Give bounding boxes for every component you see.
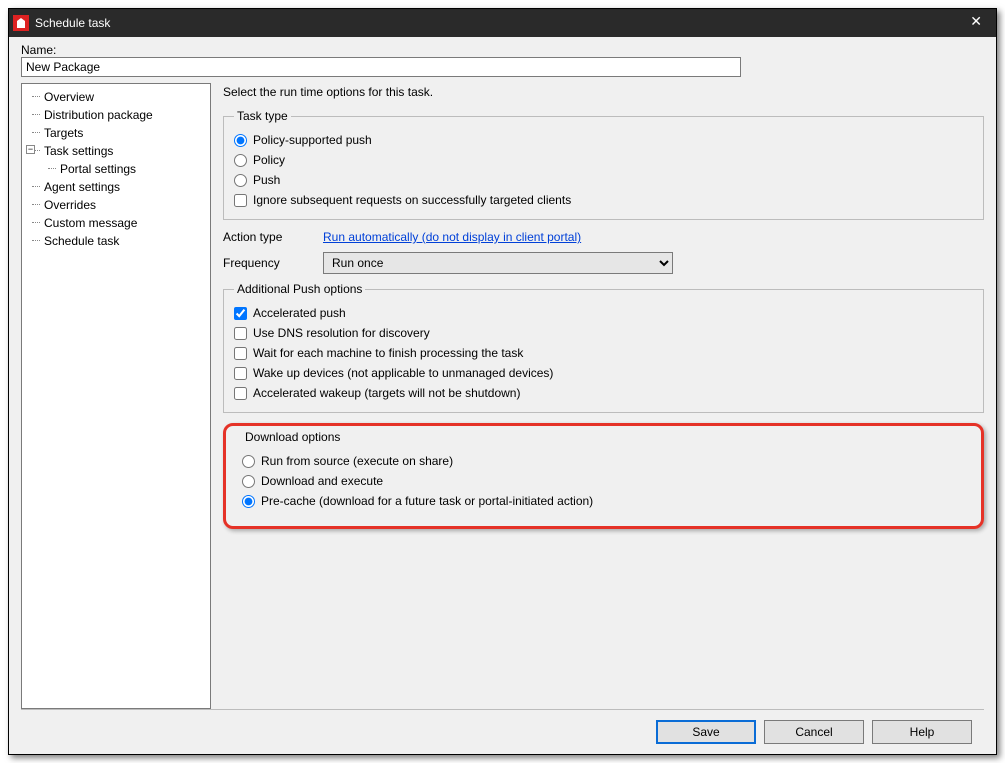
checkbox-input[interactable]	[234, 194, 247, 207]
frequency-select[interactable]: Run once	[323, 252, 673, 274]
radio-label: Push	[253, 171, 280, 189]
schedule-task-window: Schedule task ✕ Name: Overview Distribut…	[8, 8, 997, 755]
radio-run-from-source[interactable]: Run from source (execute on share)	[242, 452, 965, 470]
save-button[interactable]: Save	[656, 720, 756, 744]
task-type-group: Task type Policy-supported push Policy P…	[223, 109, 984, 220]
radio-input[interactable]	[234, 174, 247, 187]
tree-item-agent-settings[interactable]: Agent settings	[24, 178, 208, 196]
radio-label: Run from source (execute on share)	[261, 452, 453, 470]
checkbox-label: Accelerated wakeup (targets will not be …	[253, 384, 520, 402]
tree-item-portal-settings[interactable]: Portal settings	[24, 160, 208, 178]
action-type-label: Action type	[223, 230, 323, 244]
radio-push[interactable]: Push	[234, 171, 973, 189]
download-options-group: Download options Run from source (execut…	[232, 430, 975, 520]
body-row: Overview Distribution package Targets − …	[21, 83, 984, 709]
checkbox-accelerated-push[interactable]: Accelerated push	[234, 304, 973, 322]
radio-input[interactable]	[234, 154, 247, 167]
task-type-legend: Task type	[234, 109, 291, 123]
name-input[interactable]	[21, 57, 741, 77]
radio-pre-cache[interactable]: Pre-cache (download for a future task or…	[242, 492, 965, 510]
action-type-row: Action type Run automatically (do not di…	[223, 230, 984, 244]
tree-item-schedule-task[interactable]: Schedule task	[24, 232, 208, 250]
checkbox-label: Use DNS resolution for discovery	[253, 324, 430, 342]
content-area: Name: Overview Distribution package Targ…	[9, 37, 996, 754]
footer-buttons: Save Cancel Help	[21, 709, 984, 754]
action-type-link[interactable]: Run automatically (do not display in cli…	[323, 230, 581, 244]
radio-label: Pre-cache (download for a future task or…	[261, 492, 593, 510]
instruction-text: Select the run time options for this tas…	[223, 85, 984, 99]
app-icon	[13, 15, 29, 31]
minus-icon[interactable]: −	[26, 145, 35, 154]
checkbox-label: Ignore subsequent requests on successful…	[253, 191, 571, 209]
cancel-button[interactable]: Cancel	[764, 720, 864, 744]
checkbox-accelerated-wakeup[interactable]: Accelerated wakeup (targets will not be …	[234, 384, 973, 402]
checkbox-label: Accelerated push	[253, 304, 346, 322]
checkbox-input[interactable]	[234, 347, 247, 360]
tree-item-distribution-package[interactable]: Distribution package	[24, 106, 208, 124]
push-options-legend: Additional Push options	[234, 282, 365, 296]
radio-input[interactable]	[242, 495, 255, 508]
tree-item-custom-message[interactable]: Custom message	[24, 214, 208, 232]
frequency-label: Frequency	[223, 256, 323, 270]
radio-input[interactable]	[242, 455, 255, 468]
window-title: Schedule task	[35, 16, 110, 30]
name-row: Name:	[21, 43, 984, 77]
checkbox-wake-devices[interactable]: Wake up devices (not applicable to unman…	[234, 364, 973, 382]
tree-label: Task settings	[44, 144, 113, 158]
checkbox-wait-each-machine[interactable]: Wait for each machine to finish processi…	[234, 344, 973, 362]
tree-item-task-settings[interactable]: − Task settings	[24, 142, 208, 160]
checkbox-input[interactable]	[234, 307, 247, 320]
checkbox-dns-resolution[interactable]: Use DNS resolution for discovery	[234, 324, 973, 342]
radio-download-execute[interactable]: Download and execute	[242, 472, 965, 490]
titlebar: Schedule task ✕	[9, 9, 996, 37]
help-button[interactable]: Help	[872, 720, 972, 744]
checkbox-input[interactable]	[234, 327, 247, 340]
radio-input[interactable]	[242, 475, 255, 488]
tree-item-overrides[interactable]: Overrides	[24, 196, 208, 214]
checkbox-input[interactable]	[234, 387, 247, 400]
name-label: Name:	[21, 43, 984, 57]
radio-label: Policy-supported push	[253, 131, 372, 149]
radio-input[interactable]	[234, 134, 247, 147]
nav-tree[interactable]: Overview Distribution package Targets − …	[21, 83, 211, 709]
checkbox-label: Wait for each machine to finish processi…	[253, 344, 523, 362]
checkbox-label: Wake up devices (not applicable to unman…	[253, 364, 553, 382]
tree-item-overview[interactable]: Overview	[24, 88, 208, 106]
tree-item-targets[interactable]: Targets	[24, 124, 208, 142]
radio-label: Policy	[253, 151, 285, 169]
download-options-highlight: Download options Run from source (execut…	[223, 423, 984, 529]
radio-policy-supported-push[interactable]: Policy-supported push	[234, 131, 973, 149]
checkbox-ignore-subsequent[interactable]: Ignore subsequent requests on successful…	[234, 191, 973, 209]
checkbox-input[interactable]	[234, 367, 247, 380]
close-icon[interactable]: ✕	[962, 13, 990, 30]
radio-policy[interactable]: Policy	[234, 151, 973, 169]
download-options-legend: Download options	[242, 430, 343, 444]
push-options-group: Additional Push options Accelerated push…	[223, 282, 984, 413]
frequency-row: Frequency Run once	[223, 252, 984, 274]
radio-label: Download and execute	[261, 472, 383, 490]
settings-panel: Select the run time options for this tas…	[223, 83, 984, 709]
